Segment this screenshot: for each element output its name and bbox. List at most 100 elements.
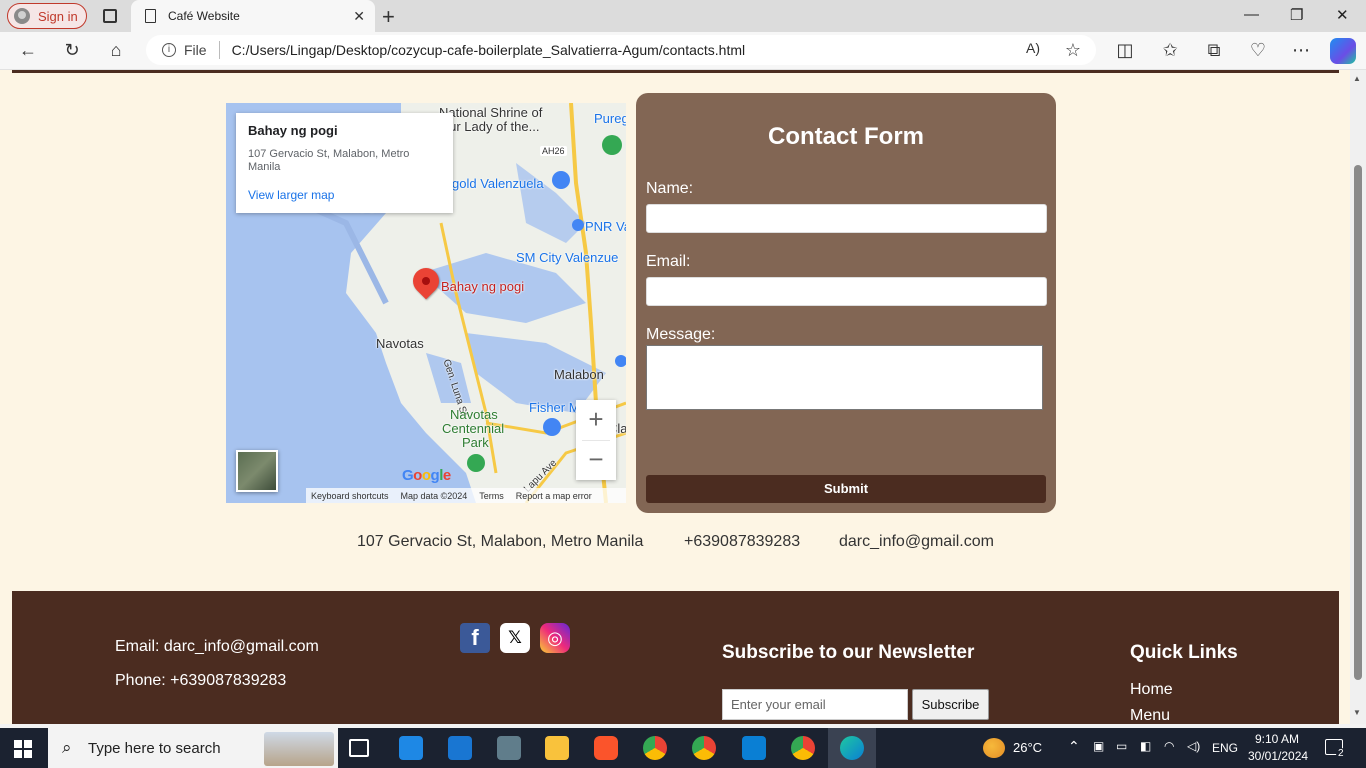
email-input[interactable] (646, 277, 1047, 306)
footer-phone: Phone: +639087839283 (115, 672, 287, 689)
windows-taskbar: ⌕ Type here to search 26°C ⌃ ▣ ▭ ◧ ◠ ◁) … (0, 728, 1366, 768)
satellite-layer-toggle[interactable] (236, 450, 278, 492)
quick-links-title: Quick Links (1130, 642, 1238, 663)
restore-button[interactable]: ❐ (1290, 6, 1303, 24)
search-icon: ⌕ (62, 738, 72, 757)
vscode-icon[interactable] (742, 736, 766, 760)
report-error-link[interactable]: Report a map error (516, 491, 592, 501)
favorite-star-icon[interactable]: ☆ (1062, 40, 1084, 61)
place-name: Bahay ng pogi (248, 123, 338, 138)
message-textarea[interactable] (646, 345, 1043, 410)
refresh-icon[interactable]: ↻ (61, 40, 83, 61)
map-label: Bahay ng pogi (441, 279, 525, 294)
home-icon[interactable]: ⌂ (105, 40, 127, 61)
weather-temp[interactable]: 26°C (1013, 740, 1042, 755)
notifications-count: 2 (1336, 748, 1346, 759)
copilot-icon[interactable] (1330, 38, 1356, 64)
url-scheme-label: File (184, 42, 207, 58)
scroll-down-icon[interactable]: ▼ (1353, 708, 1361, 717)
instagram-icon[interactable]: ◎ (540, 623, 570, 653)
back-icon[interactable]: ← (17, 40, 39, 61)
footer-email: Email: darc_info@gmail.com (115, 638, 319, 655)
calculator-icon[interactable] (497, 736, 521, 760)
url-text[interactable]: C:/Users/Lingap/Desktop/cozycup-cafe-boi… (232, 42, 746, 58)
battery-icon[interactable]: ▭ (1116, 739, 1127, 753)
subscribe-button[interactable]: Subscribe (912, 689, 989, 720)
language-indicator[interactable]: ENG (1212, 741, 1238, 755)
x-twitter-icon[interactable]: 𝕏 (500, 623, 530, 653)
chrome-profile-icon[interactable] (791, 736, 815, 760)
contact-email: darc_info@gmail.com (839, 533, 994, 550)
header-border (12, 70, 1339, 73)
tab-actions-icon[interactable] (100, 6, 120, 26)
map-label: Pureg (594, 111, 626, 126)
chrome-profile-icon[interactable] (692, 736, 716, 760)
brave-icon[interactable] (594, 736, 618, 760)
contact-phone: +639087839283 (684, 533, 801, 550)
file-explorer-icon[interactable] (545, 736, 569, 760)
terms-link[interactable]: Terms (479, 491, 504, 501)
newsletter-email-input[interactable]: Enter your email (722, 689, 908, 720)
place-address: 107 Gervacio St, Malabon, Metro Manila (248, 148, 410, 173)
favorites-icon[interactable]: ✩ (1159, 40, 1181, 61)
quick-link-menu[interactable]: Menu (1130, 707, 1170, 724)
signin-button[interactable]: Sign in (7, 3, 87, 29)
tab-title: Café Website (168, 9, 240, 23)
map-label: AH26 (540, 146, 567, 156)
embedded-map[interactable]: National Shrine of Our Lady of the... Pu… (226, 103, 626, 503)
show-hidden-icons[interactable]: ⌃ (1068, 738, 1080, 755)
map-label: Fisher M (529, 400, 580, 415)
taskbar-search-box[interactable]: ⌕ Type here to search (48, 728, 338, 768)
info-icon[interactable]: i (162, 43, 176, 57)
clock-time[interactable]: 9:10 AM (1255, 732, 1299, 746)
name-label: Name: (646, 180, 694, 197)
meet-icon[interactable]: ▣ (1093, 739, 1104, 753)
tab-close-icon[interactable]: ✕ (353, 8, 365, 25)
collections-icon[interactable]: ⧉ (1203, 40, 1225, 61)
map-label: PNR Va (585, 219, 626, 234)
windows-start-icon[interactable] (14, 740, 32, 758)
chrome-icon[interactable] (643, 736, 667, 760)
map-place-card: Bahay ng pogi 107 Gervacio St, Malabon, … (236, 113, 453, 213)
map-label: Centennial (442, 421, 505, 436)
page-viewport: National Shrine of Our Lady of the... Pu… (0, 70, 1350, 724)
zoom-in-button[interactable]: + (576, 400, 616, 440)
name-input[interactable] (646, 204, 1047, 233)
read-aloud-icon[interactable]: A) (1022, 40, 1044, 56)
tab-strip: Sign in Café Website ✕ + — ❐ ✕ (0, 0, 1366, 32)
browser-tab[interactable]: Café Website ✕ (131, 0, 375, 32)
network-icon[interactable]: ◧ (1140, 739, 1151, 753)
zoom-out-button[interactable]: − (576, 441, 616, 481)
quick-link-home[interactable]: Home (1130, 681, 1173, 699)
map-label: SM City Valenzue (516, 250, 619, 265)
map-label: National Shrine of (439, 105, 543, 120)
calendar-icon[interactable] (448, 736, 472, 760)
view-larger-map-link[interactable]: View larger map (248, 188, 441, 202)
minimize-button[interactable]: — (1244, 6, 1259, 23)
new-tab-button[interactable]: + (382, 4, 395, 30)
volume-icon[interactable]: ◁) (1187, 739, 1200, 753)
microsoft-store-icon[interactable] (399, 736, 423, 760)
edge-icon[interactable] (840, 736, 864, 760)
weather-icon[interactable] (983, 738, 1005, 758)
map-label: gold Valenzuela (452, 176, 544, 191)
clock-date[interactable]: 30/01/2024 (1248, 749, 1308, 763)
facebook-icon[interactable]: f (460, 623, 490, 653)
scrollbar-thumb[interactable] (1354, 165, 1362, 680)
site-footer: Email: darc_info@gmail.com Phone: +63908… (12, 591, 1339, 724)
close-window-button[interactable]: ✕ (1336, 6, 1349, 24)
map-label: Navotas (376, 336, 424, 351)
newsletter-title: Subscribe to our Newsletter (722, 642, 975, 663)
split-screen-icon[interactable]: ◫ (1114, 40, 1136, 61)
page-scrollbar[interactable]: ▲ ▼ (1350, 70, 1366, 724)
scroll-up-icon[interactable]: ▲ (1353, 74, 1361, 83)
contact-form: Contact Form Name: Email: Message: Submi… (636, 93, 1056, 513)
map-footer: Keyboard shortcuts Map data ©2024 Terms … (306, 488, 626, 503)
wifi-icon[interactable]: ◠ (1164, 739, 1174, 753)
submit-button[interactable]: Submit (646, 475, 1046, 503)
task-view-icon[interactable] (349, 739, 369, 757)
browser-essentials-icon[interactable]: ♡ (1247, 40, 1269, 61)
address-bar[interactable]: i File C:/Users/Lingap/Desktop/cozycup-c… (146, 35, 1096, 65)
more-menu-icon[interactable]: ⋯ (1290, 40, 1312, 61)
keyboard-shortcuts-link[interactable]: Keyboard shortcuts (311, 491, 389, 501)
